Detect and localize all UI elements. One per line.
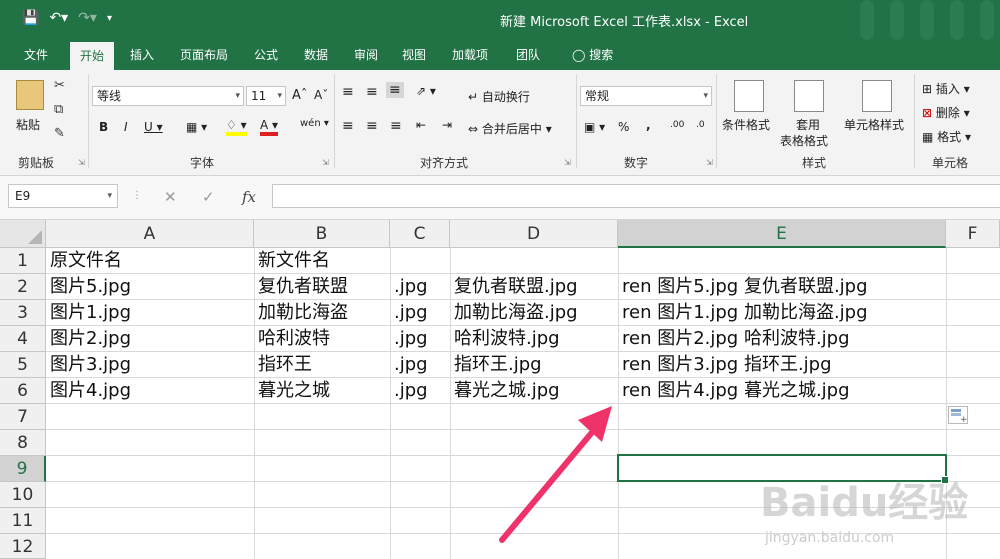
watermark-url: jingyan.baidu.com [765,530,895,546]
watermark-logo: Baidu经验 [760,480,969,526]
